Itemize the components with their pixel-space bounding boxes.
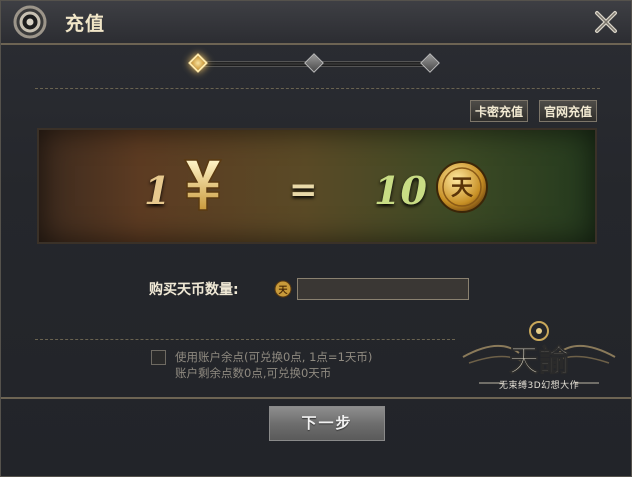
coin-char: 天 xyxy=(278,285,288,296)
exchange-rate-panel: 1 = 10 天 xyxy=(37,128,597,244)
divider xyxy=(35,339,455,340)
remaining-points-text: 账户剩余点数0点,可兑换0天币 xyxy=(175,366,332,380)
gear-icon xyxy=(13,5,47,39)
official-recharge-button[interactable]: 官网充值 xyxy=(539,100,598,122)
close-icon[interactable] xyxy=(593,9,619,35)
rmb-amount: 1 xyxy=(144,168,171,213)
coin-amount: 10 xyxy=(374,168,427,213)
purchase-quantity-label: 购买天币数量: xyxy=(149,282,239,298)
next-step-button[interactable]: 下一步 xyxy=(269,406,385,441)
footer-separator xyxy=(1,397,631,399)
logo-subtitle: 无束缚3D幻想大作 xyxy=(499,381,580,391)
title-bar: 充值 xyxy=(1,1,631,45)
divider xyxy=(35,88,600,89)
equals-sign: = xyxy=(289,170,318,210)
use-balance-checkbox[interactable] xyxy=(151,350,166,365)
window-title: 充值 xyxy=(65,13,106,35)
logo-title: 天諭 xyxy=(509,344,570,379)
use-balance-label: 使用账户余点(可兑换0点, 1点=1天币) xyxy=(175,350,373,364)
step-track xyxy=(201,61,309,67)
recharge-window: 充值 卡密充值 官网充值 1 = 10 天 购买天币数量: 天 使用账户余点(可… xyxy=(0,0,632,477)
step-node-1 xyxy=(188,53,208,73)
tian-coin-icon: 天 xyxy=(436,161,488,213)
tian-coin-icon: 天 xyxy=(274,280,292,298)
step-indicator xyxy=(187,53,441,75)
step-node-3 xyxy=(420,53,440,73)
step-track xyxy=(319,61,427,67)
coin-char: 天 xyxy=(451,176,474,201)
card-recharge-button[interactable]: 卡密充值 xyxy=(470,100,529,122)
step-node-2 xyxy=(304,53,324,73)
purchase-quantity-input[interactable] xyxy=(297,278,469,300)
yen-icon xyxy=(183,159,223,211)
